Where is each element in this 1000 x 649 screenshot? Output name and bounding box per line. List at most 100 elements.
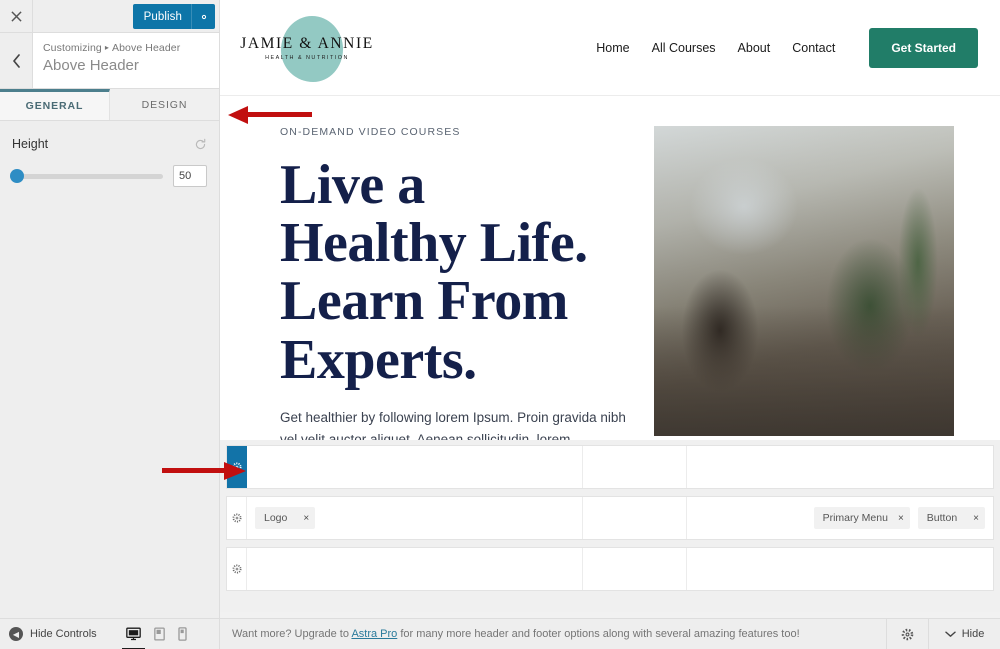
publish-button-group[interactable]: Publish xyxy=(132,4,215,29)
footer-left: ◀ Hide Controls xyxy=(0,619,220,649)
chevron-down-icon xyxy=(944,631,956,637)
logo-name: JAMIE & ANNIE xyxy=(240,34,374,52)
preview-pane: JAMIE & ANNIE HEALTH & NUTRITION Home Al… xyxy=(220,0,1000,649)
builder-row-above-header xyxy=(226,445,994,489)
breadcrumb-root[interactable]: Customizing xyxy=(43,42,102,54)
panel-back-button[interactable] xyxy=(0,33,33,88)
hero-section: ON-DEMAND VIDEO COURSES Live a Healthy L… xyxy=(220,96,1000,440)
builder-item-label: Primary Menu xyxy=(822,512,888,524)
device-desktop-button[interactable] xyxy=(121,627,145,649)
hero-title: Live a Healthy Life. Learn From Experts. xyxy=(280,156,630,389)
row-zone-left-primary[interactable]: Logo × xyxy=(247,497,583,539)
panel-header: Customizing ▸ Above Header Above Header xyxy=(0,33,219,89)
hero-paragraph: Get healthier by following lorem Ipsum. … xyxy=(280,409,626,440)
height-input[interactable]: 50 xyxy=(173,165,207,187)
row-zone-center-primary[interactable] xyxy=(583,497,687,539)
tab-design[interactable]: DESIGN xyxy=(110,89,219,120)
gear-icon xyxy=(232,513,241,523)
hero-title-line-3: Learn From xyxy=(280,270,568,333)
remove-icon[interactable]: × xyxy=(973,513,979,524)
hero-title-line-2: Healthy Life. xyxy=(280,212,588,275)
hide-footer-label: Hide xyxy=(961,628,985,640)
row-zone-center-above[interactable] xyxy=(583,446,687,488)
hide-controls-button[interactable]: ◀ Hide Controls xyxy=(9,627,97,641)
nav-item-all-courses[interactable]: All Courses xyxy=(652,41,716,55)
astra-pro-link[interactable]: Astra Pro xyxy=(351,628,397,640)
control-area: Height 50 xyxy=(0,121,219,187)
upsell-prefix: Want more? Upgrade to xyxy=(232,628,352,640)
builder-row-below-header xyxy=(226,547,994,591)
desktop-icon xyxy=(125,627,141,640)
reset-icon xyxy=(195,138,206,149)
builder-item-logo[interactable]: Logo × xyxy=(255,507,316,529)
customizer-footer: ◀ Hide Controls Want more? Upgrade to As… xyxy=(0,618,1000,649)
customizer-app: Publish Customizing ▸ Above Header Above… xyxy=(0,0,1000,649)
builder-item-button[interactable]: Button × xyxy=(917,507,985,529)
site-preview-frame: JAMIE & ANNIE HEALTH & NUTRITION Home Al… xyxy=(220,0,1000,440)
mobile-icon xyxy=(177,626,187,641)
gear-icon xyxy=(232,462,242,472)
footer-settings-button[interactable] xyxy=(886,618,928,649)
row-zone-left-below[interactable] xyxy=(247,548,583,590)
upsell-suffix: for many more header and footer options … xyxy=(397,628,800,640)
hero-eyebrow: ON-DEMAND VIDEO COURSES xyxy=(280,126,461,138)
header-builder: Logo × Primary Menu × Button × xyxy=(220,440,1000,612)
gear-icon xyxy=(232,564,241,574)
reset-button[interactable] xyxy=(194,138,207,151)
logo-text: JAMIE & ANNIE HEALTH & NUTRITION xyxy=(240,35,374,61)
logo-tagline: HEALTH & NUTRITION xyxy=(265,54,349,61)
close-customizer-button[interactable] xyxy=(0,0,33,32)
device-preview-switcher xyxy=(121,626,187,649)
publish-settings-button[interactable] xyxy=(191,4,215,29)
row-zone-right-below[interactable] xyxy=(687,548,993,590)
row-settings-button-below[interactable] xyxy=(227,548,247,590)
hero-title-line-1: Live a xyxy=(280,154,425,216)
gear-icon xyxy=(901,628,914,640)
hide-controls-label: Hide Controls xyxy=(30,628,97,640)
panel-tabs: GENERAL DESIGN xyxy=(0,89,219,121)
site-header: JAMIE & ANNIE HEALTH & NUTRITION Home Al… xyxy=(220,0,1000,96)
nav-item-home[interactable]: Home xyxy=(596,41,629,55)
row-settings-button-above[interactable] xyxy=(227,446,247,488)
builder-item-primary-menu[interactable]: Primary Menu × xyxy=(813,507,910,529)
panel-titles: Customizing ▸ Above Header Above Header xyxy=(33,33,180,88)
row-zone-center-below[interactable] xyxy=(583,548,687,590)
height-slider[interactable] xyxy=(9,169,163,183)
height-slider-row: 50 xyxy=(9,165,207,187)
site-logo[interactable]: JAMIE & ANNIE HEALTH & NUTRITION xyxy=(232,12,382,84)
nav-item-about[interactable]: About xyxy=(738,41,771,55)
hero-title-line-4: Experts. xyxy=(280,328,477,391)
height-slider-thumb[interactable] xyxy=(9,169,24,183)
device-mobile-button[interactable] xyxy=(177,626,187,642)
hide-footer-button[interactable]: Hide xyxy=(928,618,1000,649)
footer-right: Want more? Upgrade to Astra Pro for many… xyxy=(220,618,1000,649)
close-icon xyxy=(10,10,22,22)
chevron-left-icon xyxy=(12,53,20,68)
customizer-topbar: Publish xyxy=(0,0,219,33)
breadcrumb: Customizing ▸ Above Header xyxy=(43,42,180,54)
height-control: Height xyxy=(12,137,207,151)
hero-image xyxy=(654,126,954,436)
primary-menu: Home All Courses About Contact Get Start… xyxy=(596,27,978,68)
gear-icon xyxy=(201,14,206,19)
get-started-button[interactable]: Get Started xyxy=(869,27,978,68)
upsell-message: Want more? Upgrade to Astra Pro for many… xyxy=(232,628,800,640)
breadcrumb-separator: ▸ xyxy=(104,43,109,52)
remove-icon[interactable]: × xyxy=(303,513,309,524)
collapse-left-icon: ◀ xyxy=(9,627,23,641)
row-zone-right-primary[interactable]: Primary Menu × Button × xyxy=(687,497,993,539)
nav-item-contact[interactable]: Contact xyxy=(792,41,835,55)
remove-icon[interactable]: × xyxy=(898,513,904,524)
publish-button[interactable]: Publish xyxy=(133,4,191,29)
row-settings-button-primary[interactable] xyxy=(227,497,247,539)
tablet-icon xyxy=(153,626,165,641)
row-zone-left-above[interactable] xyxy=(247,446,583,488)
breadcrumb-current: Above Header xyxy=(112,42,181,54)
builder-row-primary-header: Logo × Primary Menu × Button × xyxy=(226,496,994,540)
customizer-sidebar: Publish Customizing ▸ Above Header Above… xyxy=(0,0,220,649)
tab-general[interactable]: GENERAL xyxy=(0,89,110,120)
device-tablet-button[interactable] xyxy=(153,626,165,642)
hero-content: ON-DEMAND VIDEO COURSES Live a Healthy L… xyxy=(280,126,630,440)
row-zone-right-above[interactable] xyxy=(687,446,993,488)
builder-item-label: Button xyxy=(926,512,958,524)
